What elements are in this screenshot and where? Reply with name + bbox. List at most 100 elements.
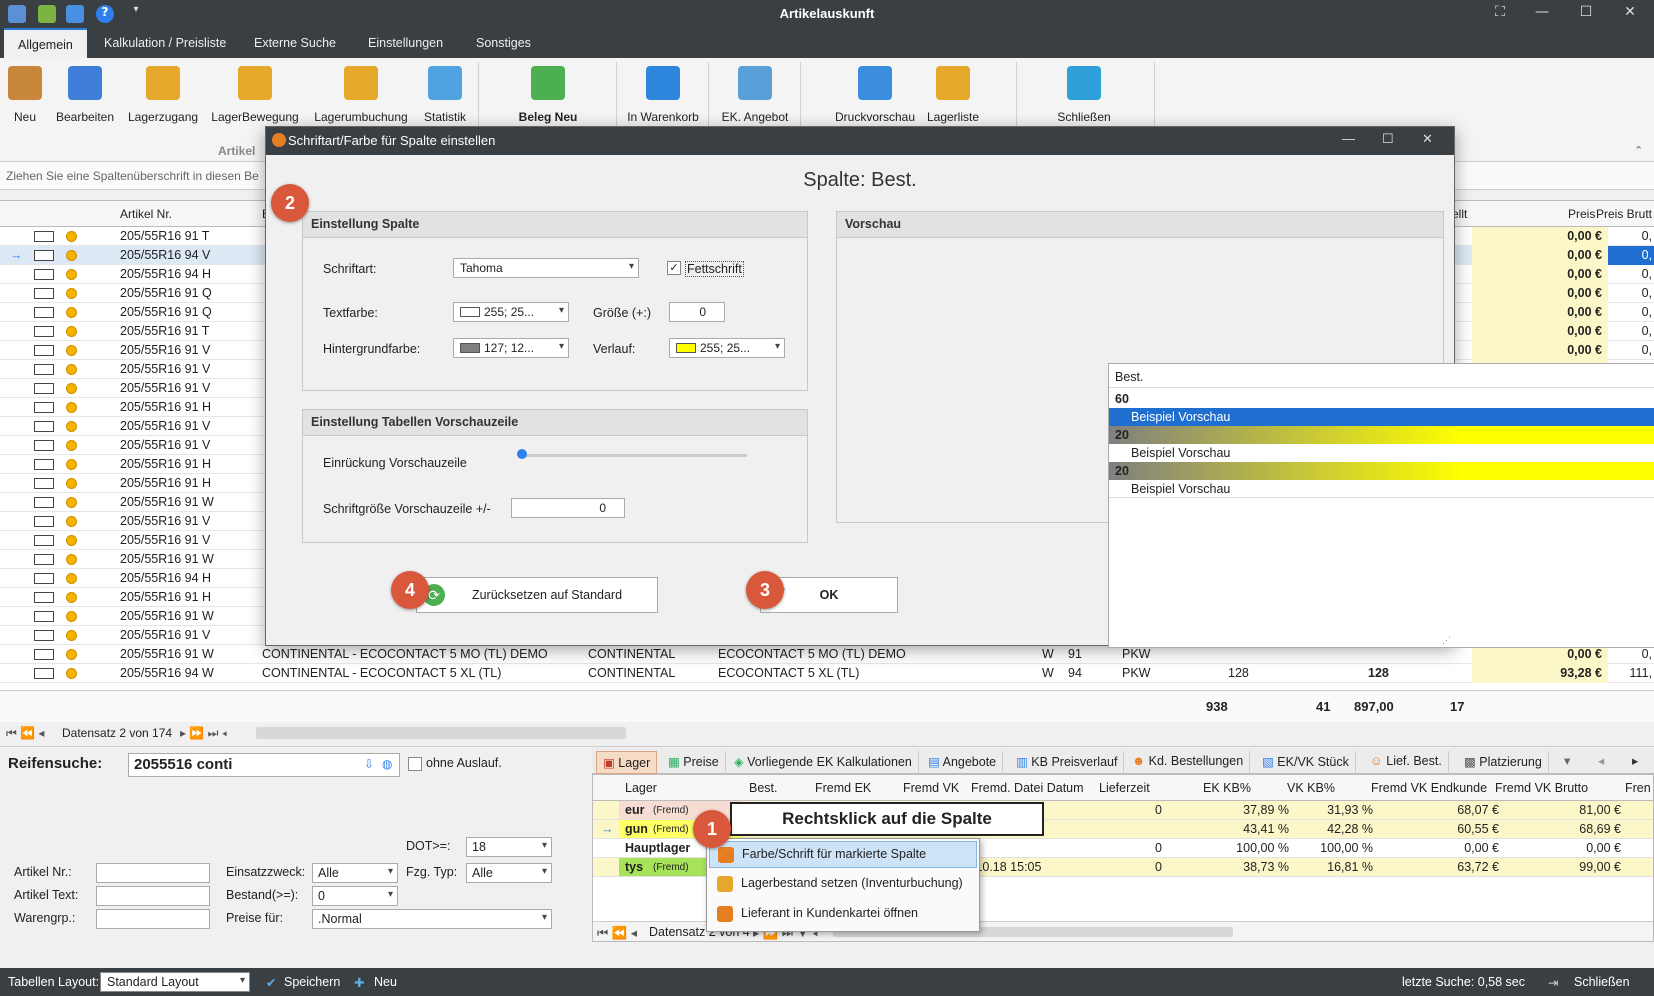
tabs-next-icon[interactable]: ▸: [1632, 753, 1638, 768]
row-checkbox[interactable]: [34, 592, 54, 603]
menu-item-farbe-schrift[interactable]: Farbe/Schrift für markierte Spalte: [709, 841, 977, 868]
einsatzzweck-select[interactable]: Alle: [312, 863, 398, 883]
nav-arrows-right-icon[interactable]: ▸ ⏩ ⏭ ◂: [180, 726, 227, 741]
lagerumbuchung-button[interactable]: Lagerumbuchung: [312, 66, 410, 124]
col-preis[interactable]: Preis: [1568, 207, 1595, 221]
row-checkbox[interactable]: [34, 288, 54, 299]
bearbeiten-button[interactable]: Bearbeiten: [52, 66, 118, 124]
tab-externe-suche[interactable]: Externe Suche: [240, 28, 350, 58]
menu-item-lagerbestand[interactable]: Lagerbestand setzen (Inventurbuchung): [709, 871, 977, 898]
menu-item-lieferant[interactable]: Lieferant in Kundenkartei öffnen: [709, 901, 977, 928]
search-arrow-icon[interactable]: ⇩: [364, 757, 374, 771]
maximize-icon[interactable]: ☐: [1576, 4, 1596, 20]
row-checkbox[interactable]: [34, 573, 54, 584]
col-lager[interactable]: Lager: [625, 781, 657, 795]
col-artikel-nr[interactable]: Artikel Nr.: [120, 207, 172, 221]
row-checkbox[interactable]: [34, 611, 54, 622]
tab-kd-bestellungen[interactable]: ☻ Kd. Bestellungen: [1126, 751, 1251, 774]
statistik-button[interactable]: Statistik: [420, 66, 470, 124]
row-checkbox[interactable]: [34, 307, 54, 318]
row-checkbox[interactable]: [34, 478, 54, 489]
tab-ek-kalkulationen[interactable]: ◈ Vorliegende EK Kalkulationen: [728, 751, 919, 774]
close-icon[interactable]: ✕: [1620, 4, 1640, 20]
layout-select[interactable]: Standard Layout: [100, 972, 250, 992]
preise-fuer-select[interactable]: .Normal: [312, 909, 552, 929]
minimize-icon[interactable]: —: [1532, 4, 1552, 20]
slider-thumb[interactable]: [517, 449, 527, 459]
fullscreen-icon[interactable]: ⛶: [1490, 4, 1510, 20]
save-layout-button[interactable]: Speichern: [284, 975, 340, 989]
lagerbewegung-button[interactable]: LagerBewegung: [210, 66, 300, 124]
row-checkbox[interactable]: [34, 269, 54, 280]
beleg-neu-button[interactable]: Beleg Neu: [510, 66, 586, 124]
col-fremd-vk-brutto[interactable]: Fremd VK Brutto: [1495, 781, 1588, 795]
status-close-button[interactable]: Schließen: [1574, 975, 1630, 989]
row-checkbox[interactable]: [34, 402, 54, 413]
dialog-maximize-icon[interactable]: ☐: [1382, 131, 1394, 147]
fettschrift-checkbox[interactable]: ✓: [667, 261, 681, 275]
lagerzugang-button[interactable]: Lagerzugang: [128, 66, 198, 124]
schriftgroesse-spinner[interactable]: 0: [511, 498, 625, 518]
row-checkbox[interactable]: [34, 383, 54, 394]
neu-button[interactable]: Neu: [8, 66, 42, 124]
new-layout-button[interactable]: Neu: [374, 975, 397, 989]
search-input[interactable]: 2055516 conti: [128, 753, 400, 777]
col-lieferzeit[interactable]: Lieferzeit: [1099, 781, 1150, 795]
row-checkbox[interactable]: [34, 516, 54, 527]
row-checkbox[interactable]: [34, 554, 54, 565]
tab-lief-best[interactable]: ☺ Lief. Best.: [1364, 751, 1449, 774]
schriftart-select[interactable]: Tahoma: [453, 258, 639, 278]
reset-button[interactable]: ⟳ Zurücksetzen auf Standard: [416, 577, 658, 613]
col-vk-kb[interactable]: VK KB%: [1287, 781, 1335, 795]
dot-select[interactable]: 18: [466, 837, 552, 857]
row-checkbox[interactable]: [34, 364, 54, 375]
nav-arrows-icon[interactable]: ⏮ ⏪ ◂: [597, 925, 637, 941]
tab-kalkulation[interactable]: Kalkulation / Preisliste: [90, 28, 240, 58]
col-fremd-vk[interactable]: Fremd VK: [903, 781, 959, 795]
col-fremd-vk-endkunde[interactable]: Fremd VK Endkunde: [1371, 781, 1487, 795]
tab-platzierung[interactable]: ▩ Platzierung: [1458, 751, 1549, 774]
tab-preise[interactable]: ▦ Preise: [662, 751, 726, 774]
tab-sonstiges[interactable]: Sonstiges: [462, 28, 545, 58]
col-best[interactable]: Best.: [749, 781, 778, 795]
artikel-nr-input[interactable]: [96, 863, 210, 883]
collapse-ribbon-icon[interactable]: ⌃: [1634, 144, 1643, 157]
row-checkbox[interactable]: [34, 668, 54, 679]
col-ek-kb[interactable]: EK KB%: [1203, 781, 1251, 795]
groesse-spinner[interactable]: 0: [669, 302, 725, 322]
druckvorschau-button[interactable]: Druckvorschau: [834, 66, 916, 124]
row-checkbox[interactable]: [34, 459, 54, 470]
row-checkbox[interactable]: [34, 440, 54, 451]
col-fren[interactable]: Fren: [1625, 781, 1651, 795]
row-checkbox[interactable]: [34, 250, 54, 261]
dialog-close-icon[interactable]: ✕: [1422, 131, 1433, 147]
row-checkbox[interactable]: [34, 421, 54, 432]
schliessen-button[interactable]: Schließen: [1054, 66, 1114, 124]
warenkorb-button[interactable]: In Warenkorb: [624, 66, 702, 124]
col-fremd-datei-datum[interactable]: Fremd. Datei Datum: [971, 781, 1084, 795]
tab-einstellungen[interactable]: Einstellungen: [354, 28, 457, 58]
horizontal-scrollbar[interactable]: [256, 727, 626, 739]
dialog-minimize-icon[interactable]: —: [1342, 131, 1355, 146]
tab-angebote[interactable]: ▤ Angebote: [922, 751, 1004, 774]
ohne-auslauf-checkbox[interactable]: [408, 757, 422, 771]
col-fremd-ek[interactable]: Fremd EK: [815, 781, 871, 795]
warengrp-input[interactable]: [96, 909, 210, 929]
fzg-typ-select[interactable]: Alle: [466, 863, 552, 883]
tabs-prev-icon[interactable]: ◂: [1598, 753, 1604, 768]
textfarbe-select[interactable]: 255; 25...: [453, 302, 569, 322]
row-checkbox[interactable]: [34, 326, 54, 337]
row-checkbox[interactable]: [34, 231, 54, 242]
tab-lager[interactable]: ▣ Lager: [596, 751, 658, 774]
tab-ekvk-stueck[interactable]: ▧ EK/VK Stück: [1256, 751, 1356, 774]
einrueckung-slider[interactable]: [521, 454, 747, 457]
row-checkbox[interactable]: [34, 649, 54, 660]
globe-icon[interactable]: ◍: [382, 757, 392, 771]
bestand-select[interactable]: 0: [312, 886, 398, 906]
row-checkbox[interactable]: [34, 535, 54, 546]
nav-arrows-icon[interactable]: ⏮ ⏪ ◂: [6, 726, 44, 741]
row-checkbox[interactable]: [34, 345, 54, 356]
tabs-dropdown-icon[interactable]: ▾: [1564, 753, 1570, 768]
row-checkbox[interactable]: [34, 630, 54, 641]
verlauf-select[interactable]: 255; 25...: [669, 338, 785, 358]
